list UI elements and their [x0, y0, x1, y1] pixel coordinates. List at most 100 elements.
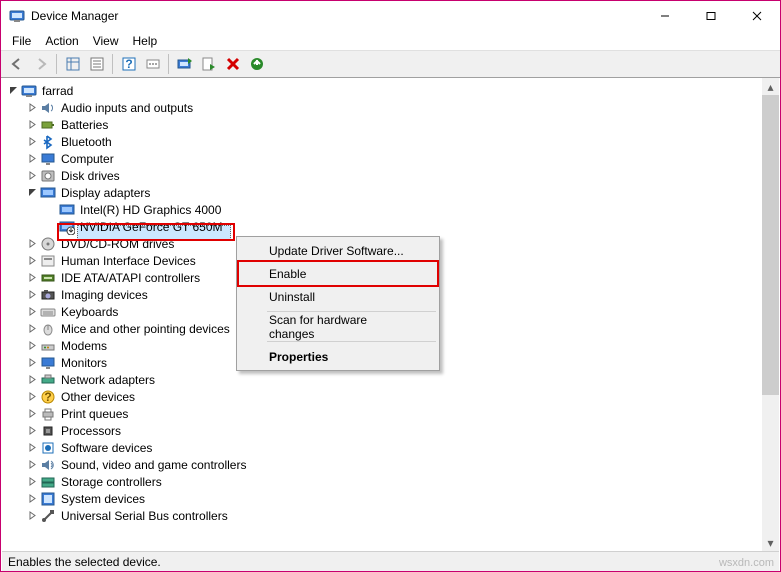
tree-category[interactable]: Audio inputs and outputs — [2, 99, 779, 116]
watermark: wsxdn.com — [719, 557, 774, 569]
tree-device[interactable]: NVIDIA GeForce GT 650M — [2, 218, 779, 235]
tree-category-label: Monitors — [60, 356, 108, 370]
context-properties[interactable]: Properties — [239, 345, 437, 368]
tree-device[interactable]: Intel(R) HD Graphics 4000 — [2, 201, 779, 218]
expand-arrow-icon[interactable] — [25, 457, 40, 472]
modem-icon — [40, 338, 56, 354]
expand-arrow-icon[interactable] — [25, 355, 40, 370]
tree-category-label: Keyboards — [60, 305, 119, 319]
tree-root-label: farrad — [41, 84, 74, 98]
menu-file[interactable]: File — [5, 33, 38, 49]
update-driver-button[interactable] — [173, 53, 196, 75]
tree-category[interactable]: Universal Serial Bus controllers — [2, 507, 779, 524]
expand-arrow-icon[interactable] — [25, 321, 40, 336]
tree-category-label: System devices — [60, 492, 146, 506]
tree-category-label: Processors — [60, 424, 122, 438]
menu-action[interactable]: Action — [38, 33, 85, 49]
tree-category-label: Bluetooth — [60, 135, 113, 149]
expand-arrow-icon[interactable] — [25, 151, 40, 166]
tree-category[interactable]: Bluetooth — [2, 133, 779, 150]
menu-help[interactable]: Help — [126, 33, 165, 49]
expand-arrow-icon[interactable] — [25, 372, 40, 387]
tree-category-label: Batteries — [60, 118, 109, 132]
expand-arrow-icon[interactable] — [25, 406, 40, 421]
usb-icon — [40, 508, 56, 524]
back-button[interactable] — [5, 53, 28, 75]
app-icon — [9, 8, 25, 24]
storage-icon — [40, 474, 56, 490]
tree-category[interactable]: Processors — [2, 422, 779, 439]
forward-button[interactable] — [29, 53, 52, 75]
minimize-button[interactable] — [642, 1, 688, 31]
system-icon — [40, 491, 56, 507]
expand-arrow-icon[interactable] — [25, 508, 40, 523]
status-bar: Enables the selected device. — [2, 551, 779, 571]
context-enable[interactable]: Enable — [239, 262, 437, 285]
expand-arrow-icon[interactable] — [25, 134, 40, 149]
tree-category[interactable]: Print queues — [2, 405, 779, 422]
tree-category-label: Display adapters — [60, 186, 151, 200]
bluetooth-icon — [40, 134, 56, 150]
tree-category[interactable]: Disk drives — [2, 167, 779, 184]
tree-category[interactable]: Batteries — [2, 116, 779, 133]
expand-arrow-icon[interactable] — [25, 440, 40, 455]
context-scan[interactable]: Scan for hardware changes — [239, 315, 437, 338]
expand-arrow-icon[interactable] — [25, 474, 40, 489]
expand-arrow-icon[interactable] — [25, 287, 40, 302]
battery-icon — [40, 117, 56, 133]
maximize-button[interactable] — [688, 1, 734, 31]
expand-arrow-icon[interactable] — [25, 423, 40, 438]
printer-icon — [40, 406, 56, 422]
properties-button[interactable] — [85, 53, 108, 75]
tree-category-label: Network adapters — [60, 373, 156, 387]
ide-icon — [40, 270, 56, 286]
expand-arrow-icon[interactable] — [25, 304, 40, 319]
tree-root[interactable]: farrad — [2, 82, 779, 99]
window-title: Device Manager — [31, 9, 642, 23]
tree-category-label: Imaging devices — [60, 288, 149, 302]
tree-category[interactable]: System devices — [2, 490, 779, 507]
scroll-up-button[interactable]: ▴ — [762, 78, 779, 95]
help-button[interactable]: ? — [117, 53, 140, 75]
svg-text:?: ? — [125, 57, 132, 71]
context-update-driver[interactable]: Update Driver Software... — [239, 239, 437, 262]
context-uninstall[interactable]: Uninstall — [239, 285, 437, 308]
expand-arrow-icon[interactable] — [25, 338, 40, 353]
expand-arrow-icon[interactable] — [25, 270, 40, 285]
expand-arrow-icon[interactable] — [25, 253, 40, 268]
menubar: File Action View Help — [1, 31, 780, 50]
menu-view[interactable]: View — [86, 33, 126, 49]
tree-category[interactable]: Network adapters — [2, 371, 779, 388]
tree-category[interactable]: ?Other devices — [2, 388, 779, 405]
collapse-arrow-icon[interactable] — [25, 185, 40, 200]
vertical-scrollbar[interactable]: ▴ ▾ — [762, 78, 779, 551]
tree-device-label: Intel(R) HD Graphics 4000 — [79, 203, 222, 217]
scroll-thumb[interactable] — [762, 95, 779, 395]
tree-category-label: Audio inputs and outputs — [60, 101, 194, 115]
scan-hardware-button[interactable] — [245, 53, 268, 75]
tree-category[interactable]: Storage controllers — [2, 473, 779, 490]
tree-category[interactable]: Sound, video and game controllers — [2, 456, 779, 473]
context-menu: Update Driver Software... Enable Uninsta… — [236, 236, 440, 371]
collapse-arrow-icon[interactable] — [6, 83, 21, 98]
expand-arrow-icon[interactable] — [25, 236, 40, 251]
cpu-icon — [40, 423, 56, 439]
tree-category[interactable]: Computer — [2, 150, 779, 167]
tree-category[interactable]: Display adapters — [2, 184, 779, 201]
scroll-down-button[interactable]: ▾ — [762, 534, 779, 551]
audio-icon — [40, 100, 56, 116]
expand-arrow-icon[interactable] — [25, 100, 40, 115]
tree-device-label: NVIDIA GeForce GT 650M — [79, 220, 224, 234]
enable-device-button[interactable] — [197, 53, 220, 75]
expand-arrow-icon[interactable] — [25, 389, 40, 404]
tree-category[interactable]: Software devices — [2, 439, 779, 456]
show-hide-tree-button[interactable] — [61, 53, 84, 75]
uninstall-button[interactable] — [221, 53, 244, 75]
hid-icon — [40, 253, 56, 269]
close-button[interactable] — [734, 1, 780, 31]
expand-arrow-icon[interactable] — [25, 117, 40, 132]
expand-arrow-icon[interactable] — [25, 168, 40, 183]
expand-arrow-icon[interactable] — [25, 491, 40, 506]
action-misc-button[interactable] — [141, 53, 164, 75]
tree-category-label: Disk drives — [60, 169, 121, 183]
